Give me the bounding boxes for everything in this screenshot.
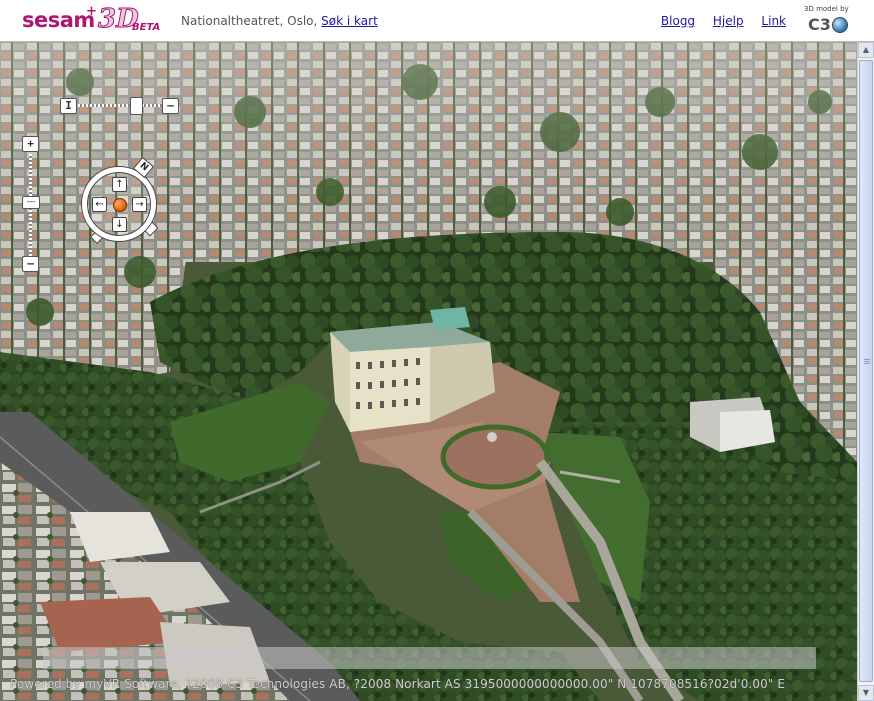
- compass-pan-control[interactable]: N ↑ ↓ ← →: [78, 156, 168, 250]
- globe-icon: [832, 17, 848, 33]
- scroll-down-arrow-icon[interactable]: ▼: [858, 685, 874, 701]
- top-nav: Blogg Hjelp Link: [647, 14, 786, 28]
- sesam-3d-logo[interactable]: sesam + 3D BETA: [22, 4, 162, 38]
- nav-link-hjelp[interactable]: Hjelp: [713, 14, 744, 28]
- nav-link-blogg[interactable]: Blogg: [661, 14, 695, 28]
- zoom-slider-thumb[interactable]: —: [22, 196, 40, 209]
- header-bar: sesam + 3D BETA Nationaltheatret, Oslo, …: [0, 0, 874, 42]
- pan-left-button[interactable]: ←: [92, 197, 107, 212]
- c3-credit-label: 3D model by: [804, 5, 849, 13]
- zoom-in-button[interactable]: +: [22, 136, 39, 152]
- tilt-slider-track[interactable]: [78, 104, 162, 107]
- aerial-3d-render: [0, 42, 857, 701]
- map-status-bar: [43, 647, 816, 669]
- vertical-scrollbar[interactable]: ▲ ▼: [857, 42, 874, 701]
- tilt-decrease-button[interactable]: I: [60, 98, 77, 114]
- zoom-out-button[interactable]: —: [22, 256, 39, 272]
- location-text: Nationaltheatret, Oslo,: [181, 14, 318, 28]
- tilt-increase-button[interactable]: —: [162, 98, 179, 114]
- logo-plus: +: [86, 4, 97, 19]
- logo-text: sesam: [22, 8, 95, 32]
- pan-down-button[interactable]: ↓: [112, 217, 127, 232]
- c3-logo[interactable]: 3D model by C3: [804, 5, 852, 37]
- map-3d-view[interactable]: I — + — — N ↑ ↓ ← →: [0, 42, 857, 701]
- current-location: Nationaltheatret, Oslo, Søk i kart: [181, 14, 378, 28]
- scrollbar-thumb[interactable]: [859, 60, 873, 682]
- tilt-slider[interactable]: I —: [60, 97, 180, 115]
- search-map-link[interactable]: Søk i kart: [321, 14, 378, 28]
- tilt-slider-thumb[interactable]: [130, 97, 143, 115]
- logo-beta-label: BETA: [132, 22, 161, 33]
- nav-link-link[interactable]: Link: [761, 14, 786, 28]
- c3-text: C3: [808, 15, 831, 34]
- zoom-slider[interactable]: + — —: [22, 136, 40, 276]
- pan-up-button[interactable]: ↑: [112, 177, 127, 192]
- pan-right-button[interactable]: →: [132, 197, 147, 212]
- map-credits-coordinates: Powered by myVR Software, ?2008 C3 Techn…: [10, 677, 786, 691]
- scroll-up-arrow-icon[interactable]: ▲: [858, 42, 874, 58]
- compass-center-icon[interactable]: [113, 198, 127, 212]
